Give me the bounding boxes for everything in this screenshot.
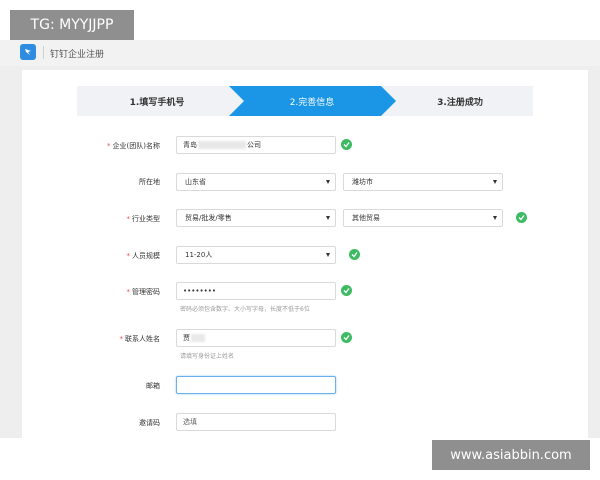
chevron-down-icon <box>493 180 497 184</box>
invite-code-label: 邀请码 <box>139 419 160 427</box>
staff-size-label: * 人员规模 <box>126 252 161 260</box>
watermark-top: TG: MYYJJPP <box>10 10 134 40</box>
location-label: 所在地 <box>139 178 160 186</box>
email-field[interactable] <box>176 376 336 394</box>
chevron-down-icon <box>326 180 330 184</box>
staff-size-select[interactable]: 11-20人 <box>176 246 336 264</box>
dingtalk-logo-icon <box>20 44 36 60</box>
password-hint: 密码必须包含数字、大小写字母，长度不低于6位 <box>180 306 310 313</box>
password-label: * 管理密码 <box>126 288 161 296</box>
step-3: 3.注册成功 <box>437 97 483 108</box>
valid-check-icon <box>341 332 352 343</box>
company-name-label: * 企业(团队)名称 <box>107 142 160 150</box>
watermark-bottom: www.asiabbin.com <box>432 440 590 470</box>
app-title: 钉钉企业注册 <box>50 50 105 60</box>
valid-check-icon <box>341 139 352 150</box>
step-progress-bar: 1.填写手机号 2.完善信息 3.注册成功 <box>77 86 533 116</box>
redacted-text <box>198 141 246 149</box>
step-2-active: 2.完善信息 <box>289 97 335 108</box>
chevron-down-icon <box>326 216 330 220</box>
redacted-text <box>191 334 205 342</box>
chevron-down-icon <box>326 253 330 257</box>
industry-label: * 行业类型 <box>126 215 161 223</box>
password-field[interactable]: •••••••• <box>176 282 336 300</box>
email-label: 邮箱 <box>146 382 160 390</box>
valid-check-icon <box>516 212 527 223</box>
chevron-down-icon <box>493 216 497 220</box>
contact-name-label: * 联系人姓名 <box>119 335 161 343</box>
step-1: 1.填写手机号 <box>129 97 185 108</box>
company-name-field[interactable]: 青岛 公司 <box>176 136 336 154</box>
invite-code-field[interactable]: 选填 <box>176 413 336 431</box>
industry-primary-select[interactable]: 贸易/批发/零售 <box>176 209 336 227</box>
valid-check-icon <box>349 249 360 260</box>
app-title-bar: 钉钉企业注册 <box>0 40 600 66</box>
valid-check-icon <box>341 285 352 296</box>
contact-name-hint: 请填写身份证上姓名 <box>180 353 235 360</box>
title-divider <box>43 46 44 59</box>
industry-secondary-select[interactable]: 其他贸易 <box>343 209 503 227</box>
contact-name-field[interactable]: 贾 <box>176 329 336 347</box>
city-select[interactable]: 潍坊市 <box>343 173 503 191</box>
province-select[interactable]: 山东省 <box>176 173 336 191</box>
